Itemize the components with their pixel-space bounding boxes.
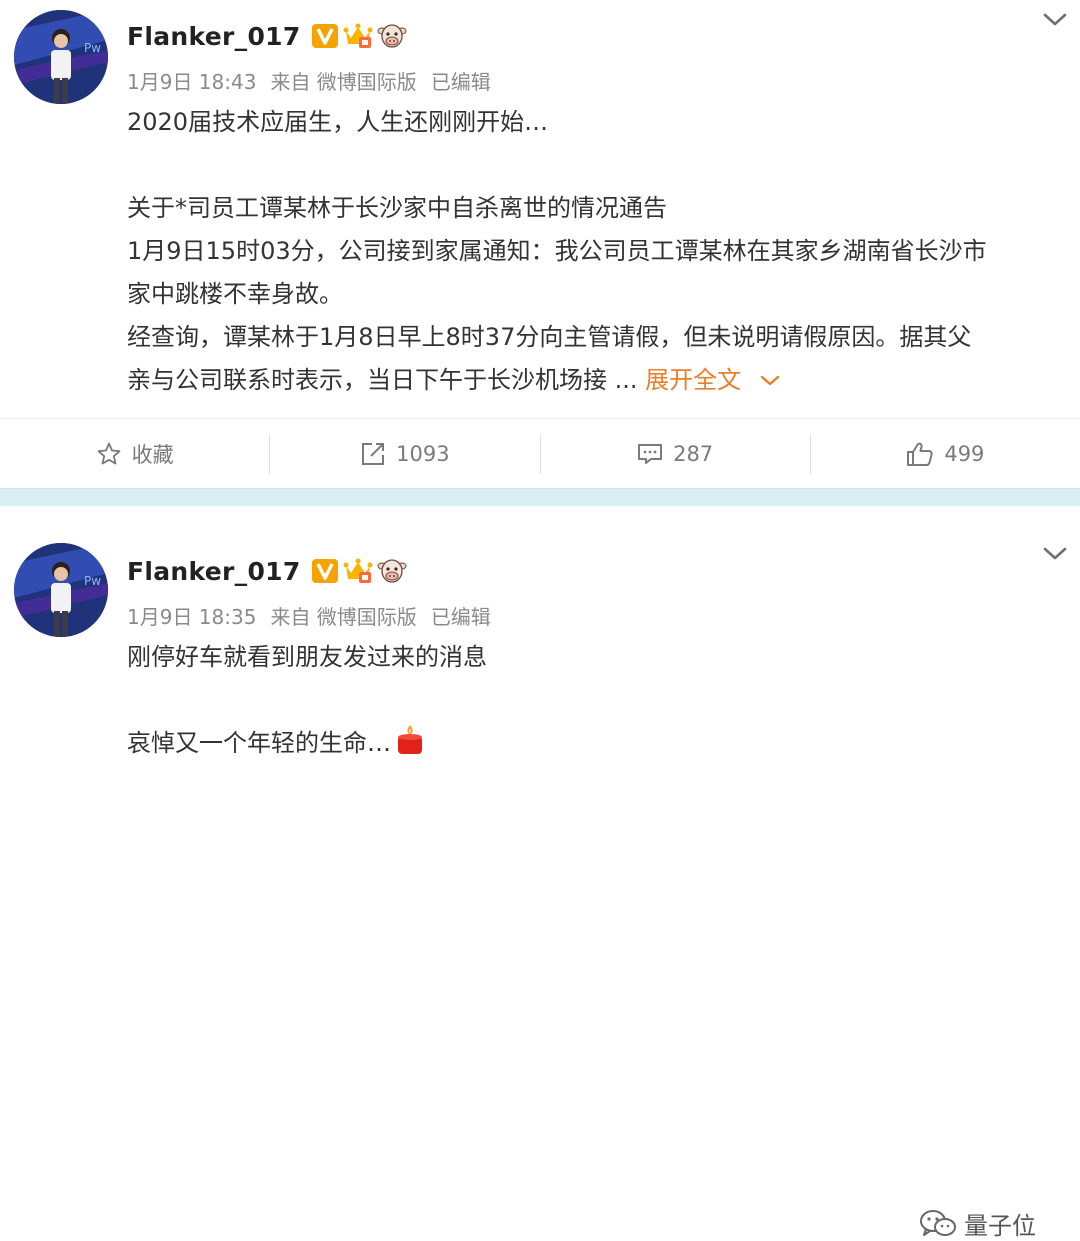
repost-button[interactable]: 1093	[269, 433, 539, 474]
username[interactable]: Flanker_017	[127, 22, 301, 51]
expand-full-text-link[interactable]: 展开全文	[645, 366, 741, 394]
chevron-down-icon[interactable]	[759, 374, 781, 388]
post-time[interactable]: 1月9日 18:35	[127, 601, 256, 630]
favorite-button[interactable]: 收藏	[0, 434, 269, 474]
weibo-post: Pw Flanker_017	[0, 0, 1080, 488]
watermark-text: 量子位	[964, 1212, 1036, 1240]
content-line-text: 哀悼又一个年轻的生命…	[127, 729, 391, 757]
content-line-last: 哀悼又一个年轻的生命…	[127, 722, 1067, 765]
cow-icon[interactable]	[377, 22, 407, 50]
wechat-icon	[920, 1209, 956, 1236]
username[interactable]: Flanker_017	[127, 557, 301, 586]
author-row: Flanker_017	[127, 553, 407, 589]
watermark: 量子位	[918, 1206, 1036, 1241]
edited-label[interactable]: 已编辑	[431, 601, 491, 630]
comment-button[interactable]: 287	[539, 433, 810, 474]
edited-label[interactable]: 已编辑	[431, 66, 491, 95]
like-count: 499	[944, 441, 985, 466]
favorite-label: 收藏	[131, 442, 174, 467]
post-source[interactable]: 来自 微博国际版	[270, 601, 416, 630]
chevron-down-icon[interactable]	[1040, 10, 1070, 30]
repost-icon	[362, 442, 385, 465]
content-line-text: 亲与公司联系时表示，当日下午于长沙机场接 ...	[127, 366, 638, 394]
verified-v-icon[interactable]	[311, 558, 339, 584]
post-source[interactable]: 来自 微博国际版	[270, 66, 416, 95]
crown-vip-icon[interactable]	[343, 22, 373, 50]
verified-v-icon[interactable]	[311, 23, 339, 49]
comment-count: 287	[673, 441, 714, 466]
candle-emoji-icon	[398, 725, 422, 754]
weibo-post: Pw Flanker_017	[0, 506, 1080, 1240]
post-meta: 1月9日 18:35 来自 微博国际版 已编辑	[127, 601, 491, 630]
content-line: 1月9日15时03分，公司接到家属通知：我公司员工谭某林在其家乡湖南省长沙市	[127, 237, 987, 265]
feed-separator	[0, 488, 1080, 506]
svg-text:Pw: Pw	[84, 574, 101, 588]
avatar[interactable]: Pw	[14, 543, 108, 637]
svg-text:Pw: Pw	[84, 41, 101, 55]
content-line-last: 亲与公司联系时表示，当日下午于长沙机场接 ... 展开全文	[127, 359, 1067, 402]
crown-vip-icon[interactable]	[343, 557, 373, 585]
post-content: 2020届技术应届生，人生还刚刚开始… 关于*司员工谭某林于长沙家中自杀离世的情…	[127, 101, 1067, 402]
chevron-down-icon[interactable]	[1040, 544, 1070, 564]
avatar[interactable]: Pw	[14, 10, 108, 104]
post-time[interactable]: 1月9日 18:43	[127, 66, 256, 95]
content-line: 刚停好车就看到朋友发过来的消息	[127, 643, 487, 671]
content-line: 经查询，谭某林于1月8日早上8时37分向主管请假，但未说明请假原因。据其父	[127, 323, 972, 351]
post-content: 刚停好车就看到朋友发过来的消息 哀悼又一个年轻的生命…	[127, 636, 1067, 765]
star-icon	[97, 442, 121, 464]
repost-count: 1093	[396, 441, 450, 466]
thumbs-up-icon	[907, 442, 933, 466]
post-meta: 1月9日 18:43 来自 微博国际版 已编辑	[127, 66, 491, 95]
like-button[interactable]: 499	[809, 433, 1080, 474]
action-bar: 收藏 1093 287 499	[0, 418, 1080, 488]
author-row: Flanker_017	[127, 18, 407, 54]
cow-icon[interactable]	[377, 557, 407, 585]
comment-icon	[638, 443, 663, 464]
content-line: 家中跳楼不幸身故。	[127, 280, 343, 308]
content-line: 关于*司员工谭某林于长沙家中自杀离世的情况通告	[127, 194, 667, 222]
content-line: 2020届技术应届生，人生还刚刚开始…	[127, 108, 549, 136]
